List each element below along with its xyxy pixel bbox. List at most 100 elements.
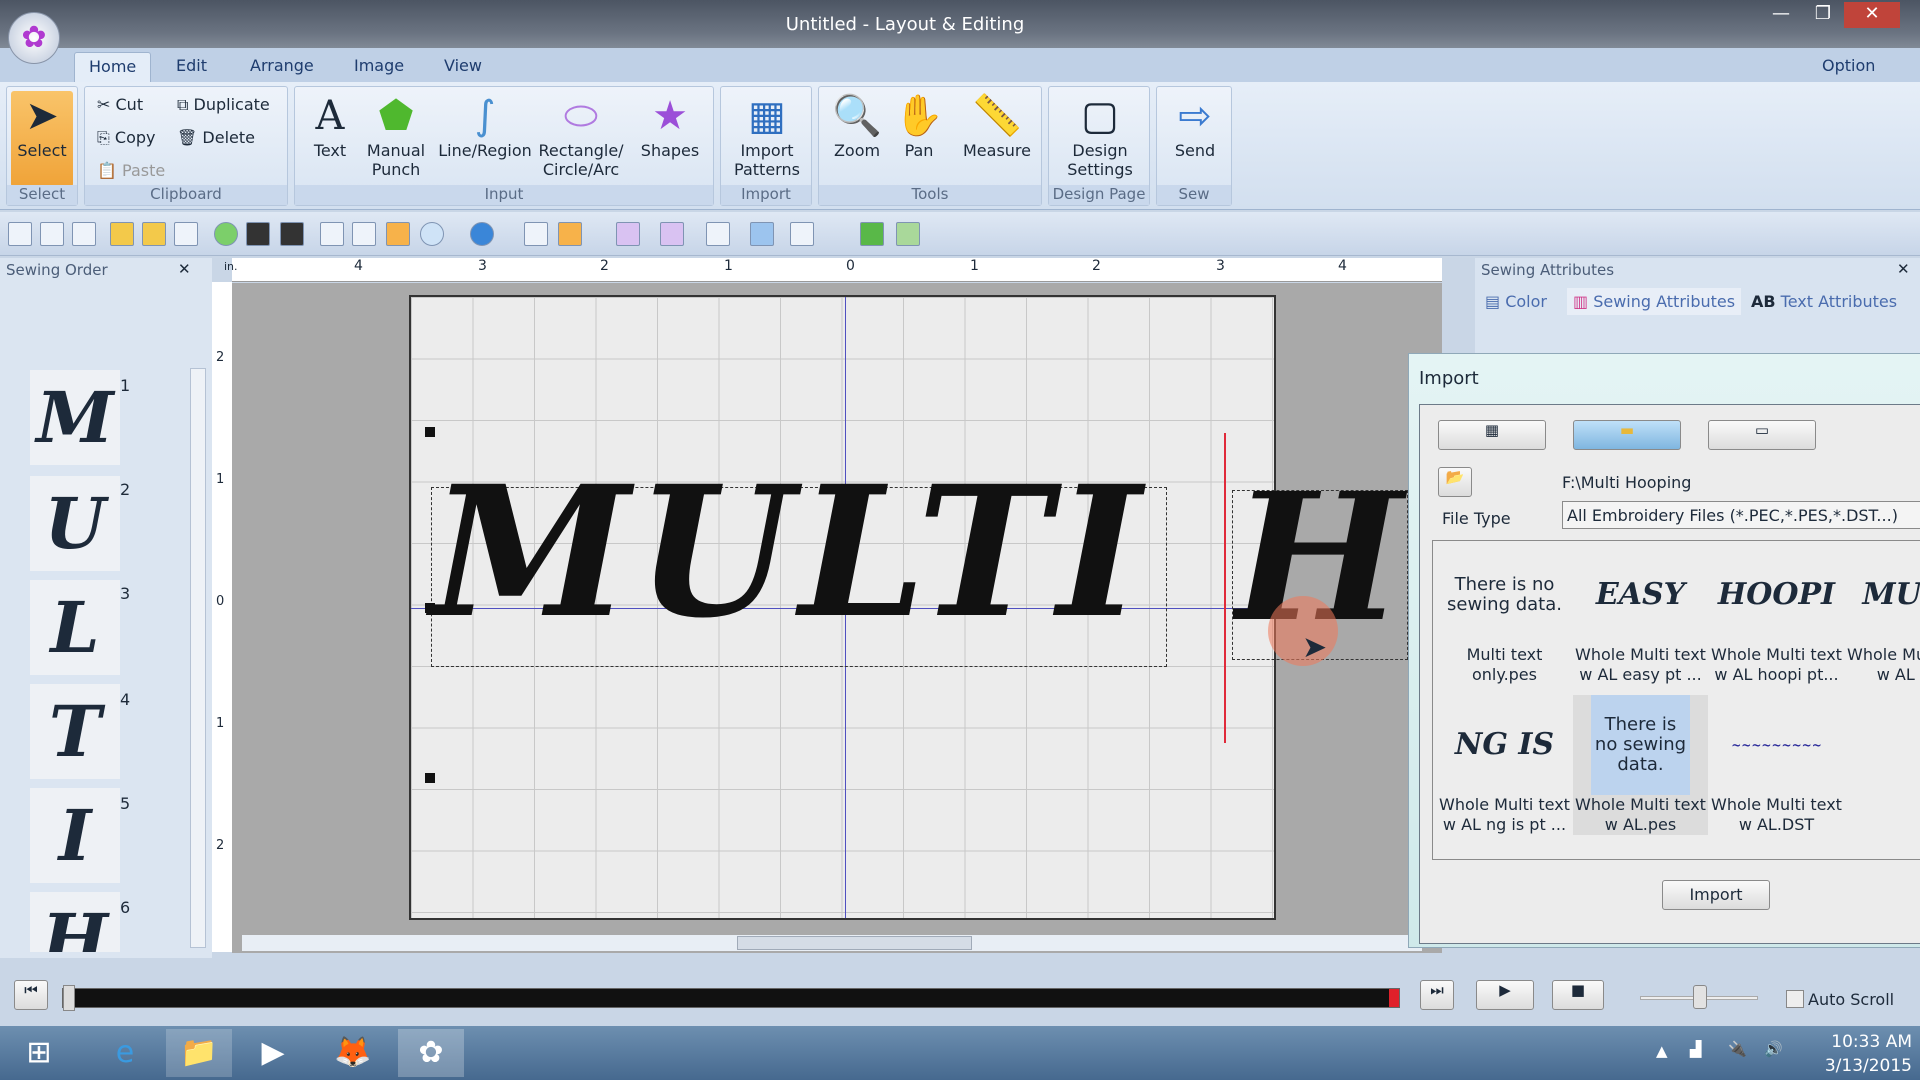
sewing-item-l[interactable]: L [30,580,120,675]
preview-icon[interactable] [320,222,344,246]
firefox-icon[interactable]: 🦊 [320,1029,386,1077]
tab-color[interactable]: ▤ Color [1485,292,1547,311]
duplicate-button[interactable]: ⧉ Duplicate [177,95,270,115]
sewing-item-h[interactable]: H [30,892,120,952]
blue-circle-icon[interactable] [470,222,494,246]
grid-icon[interactable] [174,222,198,246]
scroll-thumb[interactable] [737,936,972,950]
power-icon[interactable]: 🔌 [1728,1040,1747,1058]
select-button[interactable]: ➤ Select [11,91,73,187]
handle[interactable] [425,603,435,613]
file-item[interactable]: NG IS Whole Multi text w AL ng is pt ... [1437,695,1572,835]
image-view-button[interactable]: ▭ [1708,420,1816,450]
skip-end-button[interactable]: ⏭ [1420,980,1454,1010]
delete-button[interactable]: 🗑 Delete [177,128,255,147]
file-item-selected[interactable]: There is no sewing data. Whole Multi text… [1573,695,1708,835]
internet-explorer-icon[interactable]: e [92,1029,158,1077]
clock-time[interactable]: 10:33 AM [1812,1032,1912,1052]
file-item[interactable]: MULT Whole Multi text w AL Mul [1845,545,1920,685]
auto-scroll-checkbox[interactable] [1786,990,1804,1008]
import-patterns-button[interactable]: ▦ Import Patterns [727,91,807,179]
start-button-icon[interactable]: ⊞ [6,1029,72,1077]
select-arrow-icon[interactable] [558,222,582,246]
sewing-order-scrollbar[interactable] [190,368,206,948]
embroidery-text-multi[interactable]: MULTI [431,447,1147,658]
tab-sewing-attributes[interactable]: ▥ Sewing Attributes [1567,288,1742,315]
open-folder-icon[interactable] [110,222,134,246]
manual-punch-button[interactable]: ⬟ Manual Punch [361,91,431,179]
browse-folder-button[interactable]: 📂 [1438,467,1472,497]
align-icon[interactable] [750,222,774,246]
shape-tool-icon[interactable] [660,222,684,246]
tab-home[interactable]: Home [74,52,152,82]
zoom-fit-icon[interactable] [524,222,548,246]
close-panel-icon[interactable]: ✕ [1897,260,1910,278]
sewing-item-i[interactable]: I [30,788,120,883]
toolbar-button-icon[interactable] [8,222,32,246]
undo-icon[interactable] [860,222,884,246]
skip-start-button[interactable]: ⏮ [14,980,48,1010]
line-region-button[interactable]: ∫ Line/Region [437,91,533,160]
tab-arrange[interactable]: Arrange [236,52,328,82]
sewing-item-m[interactable]: M [30,370,120,465]
media-player-icon[interactable]: ▶ [240,1029,306,1077]
minimize-button[interactable]: — [1760,2,1802,28]
lasso-icon[interactable] [420,222,444,246]
file-type-select[interactable]: All Embroidery Files (*.PEC,*.PES,*.DST.… [1562,501,1920,529]
import-button[interactable]: Import [1662,880,1770,910]
close-button[interactable]: ✕ [1844,2,1900,28]
close-panel-icon[interactable]: ✕ [178,260,191,278]
tab-view[interactable]: View [430,52,496,82]
slider-thumb[interactable] [1693,985,1707,1009]
play-button[interactable]: ▶ [1476,980,1534,1010]
line-tool-icon[interactable] [706,222,730,246]
volume-icon[interactable]: 🔊 [1764,1040,1783,1058]
maximize-button[interactable]: ❐ [1802,2,1844,28]
new-file-icon[interactable] [40,222,64,246]
horizontal-scrollbar[interactable] [242,935,1422,951]
cut-button[interactable]: ✂ Cut [97,95,143,114]
progress-thumb[interactable] [63,985,75,1011]
app-menu-button[interactable]: ✿ [8,12,60,64]
text-button[interactable]: A Text [305,91,355,160]
edit-icon[interactable] [246,222,270,246]
file-item[interactable]: EASY Whole Multi text w AL easy pt ... [1573,545,1708,685]
handle[interactable] [425,773,435,783]
file-item[interactable]: HOOPI Whole Multi text w AL hoopi pt... [1709,545,1844,685]
save-icon[interactable] [280,222,304,246]
stitch-progress-bar[interactable] [62,985,1400,1011]
file-item[interactable]: ~~~~~~~~~ Whole Multi text w AL.DST [1709,695,1844,835]
center-icon[interactable] [790,222,814,246]
embroidery-app-icon[interactable]: ✿ [398,1029,464,1077]
copy-button[interactable]: ⎘ Copy [97,128,155,148]
measure-button[interactable]: 📏 Measure [955,91,1039,160]
handle[interactable] [425,427,435,437]
network-icon[interactable]: ▟ [1690,1040,1702,1058]
folder-view-button[interactable]: ▬ [1573,420,1681,450]
tab-text-attributes[interactable]: AB Text Attributes [1751,292,1897,311]
hoop-page[interactable]: MULTI [409,295,1276,920]
option-menu[interactable]: Option [1808,52,1889,82]
speed-slider[interactable] [1640,985,1758,1009]
rectangle-circle-button[interactable]: ⬭ Rectangle/Circle/Arc [535,91,627,179]
clock-date[interactable]: 3/13/2015 [1812,1056,1912,1076]
tab-image[interactable]: Image [340,52,418,82]
list-view-button[interactable]: ▦ [1438,420,1546,450]
folder-icon[interactable] [142,222,166,246]
properties-icon[interactable] [352,222,376,246]
tab-edit[interactable]: Edit [162,52,221,82]
green-circle-icon[interactable] [214,222,238,246]
sewing-item-u[interactable]: U [30,476,120,571]
stop-button[interactable]: ■ [1552,980,1604,1010]
circle-select-icon[interactable] [386,222,410,246]
redo-icon[interactable] [896,222,920,246]
send-button[interactable]: ⇨ Send [1163,91,1227,160]
window-icon[interactable] [72,222,96,246]
shapes-button[interactable]: ★ Shapes [635,91,705,160]
paste-button[interactable]: 📋 Paste [97,161,165,180]
pan-button[interactable]: ✋ Pan [891,91,947,160]
sewing-item-t[interactable]: T [30,684,120,779]
design-settings-button[interactable]: ▢ Design Settings [1055,91,1145,179]
file-explorer-icon[interactable]: 📁 [166,1029,232,1077]
file-item[interactable]: There is no sewing data. Multi text only.… [1437,545,1572,685]
